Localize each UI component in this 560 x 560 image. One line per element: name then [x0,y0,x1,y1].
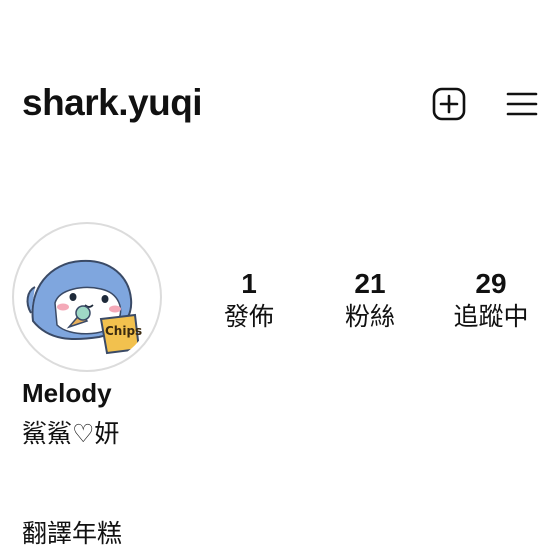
plus-square-icon [432,87,466,121]
avatar-image: Chips [19,229,155,365]
profile-username[interactable]: shark.yuqi [22,82,203,124]
profile-bio-line-2: 翻譯年糕 [22,519,123,548]
menu-button[interactable] [502,85,542,123]
profile-display-name: Melody [22,378,112,408]
following-count-stat[interactable]: 29 追蹤中 [436,268,546,334]
profile-header: shark.yuqi [0,0,560,150]
followers-count-stat[interactable]: 21 粉絲 [315,268,425,334]
hamburger-menu-icon [506,92,538,116]
posts-count: 1 [241,268,257,299]
following-count: 29 [475,268,507,299]
posts-count-stat[interactable]: 1 發佈 [194,268,304,334]
shark-sticker-icon: Chips [26,259,142,355]
profile-bio-line-1: 鯊鯊♡妍 [22,419,120,448]
create-post-button[interactable] [430,85,468,123]
profile-avatar[interactable]: Chips [12,222,162,372]
posts-label: 發佈 [223,302,274,331]
following-label: 追蹤中 [453,302,529,331]
followers-count: 21 [354,268,386,299]
svg-text:Chips: Chips [105,324,142,338]
followers-label: 粉絲 [344,302,395,331]
